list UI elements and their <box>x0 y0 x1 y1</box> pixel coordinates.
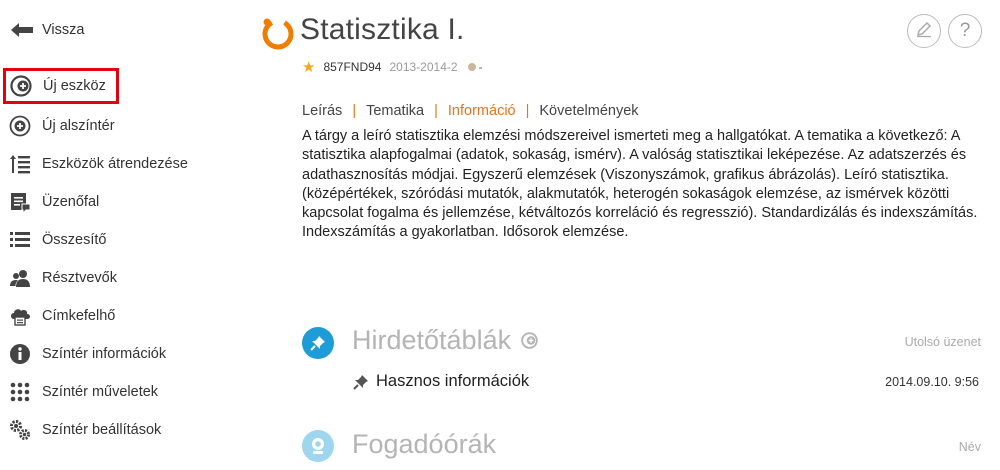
sidebar: Vissza Új eszköz Új alszíntér Eszközök á… <box>0 0 220 470</box>
bulletin-entry-date: 2014.09.10. 9:56 <box>885 375 979 389</box>
add-circle-icon <box>8 114 32 138</box>
course-meta: ★ 857FND94 2013-2014-2 - <box>302 58 483 76</box>
reorder-icon <box>8 152 32 176</box>
tab-syllabus[interactable]: Tematika <box>366 103 424 119</box>
question-icon: ? <box>959 20 971 41</box>
help-button[interactable]: ? <box>948 14 982 48</box>
pin-icon <box>352 373 370 391</box>
tag-cloud-icon <box>8 304 32 328</box>
course-term: 2013-2014-2 <box>389 60 458 74</box>
users-icon <box>8 266 32 290</box>
office-hours-section-title[interactable]: Fogadóórák <box>352 429 496 460</box>
sidebar-item-label: Összesítő <box>42 232 107 248</box>
sidebar-item-label: Résztvevők <box>42 270 117 286</box>
back-label: Vissza <box>42 22 85 38</box>
sidebar-item-new-tool[interactable]: Új eszköz <box>3 68 119 104</box>
sidebar-item-label: Üzenőfal <box>42 194 100 210</box>
bulletin-entry[interactable]: Hasznos információk <box>352 372 529 391</box>
add-tool-icon <box>9 74 33 98</box>
sidebar-item-label: Színtér információk <box>42 346 167 362</box>
app-logo <box>260 15 296 51</box>
page-title: Statisztika I. <box>300 13 465 46</box>
sidebar-item-label: Eszközök átrendezése <box>42 156 188 172</box>
office-hours-title-text: Fogadóórák <box>352 429 497 459</box>
sidebar-item-label: Színtér beállítások <box>42 422 162 438</box>
sidebar-item-label: Színtér műveletek <box>42 384 159 400</box>
bulletin-entry-title: Hasznos információk <box>376 372 530 390</box>
grid-dots-icon <box>8 380 32 404</box>
back-link[interactable]: Vissza <box>10 18 84 42</box>
course-description: A tárgy a leíró statisztika elemzési mód… <box>302 128 978 241</box>
gears-icon <box>8 418 32 442</box>
sidebar-item-new-subspace[interactable]: Új alszíntér <box>8 112 115 140</box>
last-message-label: Utolsó üzenet <box>904 335 981 349</box>
pencil-icon <box>915 20 933 43</box>
sidebar-item-message-board[interactable]: Üzenőfal <box>8 188 99 216</box>
sidebar-item-space-operations[interactable]: Színtér műveletek <box>8 378 158 406</box>
course-code: 857FND94 <box>323 60 382 74</box>
tab-description[interactable]: Leírás <box>302 103 342 119</box>
webcam-section-icon <box>302 430 334 462</box>
tab-separator: | <box>525 103 530 119</box>
sidebar-item-label: Új alszíntér <box>42 118 115 134</box>
add-bulletin-icon[interactable] <box>521 332 538 349</box>
sidebar-item-label: Új eszköz <box>43 78 106 94</box>
sidebar-item-tag-cloud[interactable]: Címkefelhő <box>8 302 115 330</box>
sidebar-item-label: Címkefelhő <box>42 308 116 324</box>
tab-requirements[interactable]: Követelmények <box>539 103 638 119</box>
sidebar-item-participants[interactable]: Résztvevők <box>8 264 117 292</box>
sidebar-item-space-settings[interactable]: Színtér beállítások <box>8 416 161 444</box>
sidebar-item-summary[interactable]: Összesítő <box>8 226 106 254</box>
content-tabs: Leírás | Tematika | Információ | Követel… <box>302 103 639 119</box>
info-icon <box>8 342 32 366</box>
tab-information[interactable]: Információ <box>448 103 516 119</box>
sidebar-item-space-info[interactable]: Színtér információk <box>8 340 166 368</box>
message-board-icon <box>8 190 32 214</box>
name-column-label: Név <box>958 440 981 454</box>
edit-button[interactable] <box>907 14 941 48</box>
tab-separator: | <box>434 103 438 119</box>
tab-separator: | <box>352 103 357 119</box>
list-icon <box>8 228 32 252</box>
sidebar-item-reorder-tools[interactable]: Eszközök átrendezése <box>8 150 188 178</box>
arrow-left-icon <box>10 20 34 40</box>
pin-section-icon <box>302 327 334 359</box>
status-dot-icon <box>467 63 476 71</box>
status-text: - <box>478 60 483 74</box>
star-icon[interactable]: ★ <box>302 58 315 76</box>
bulletin-title-text: Hirdetőtáblák <box>352 325 512 355</box>
bulletin-section-title[interactable]: Hirdetőtáblák <box>352 325 538 356</box>
